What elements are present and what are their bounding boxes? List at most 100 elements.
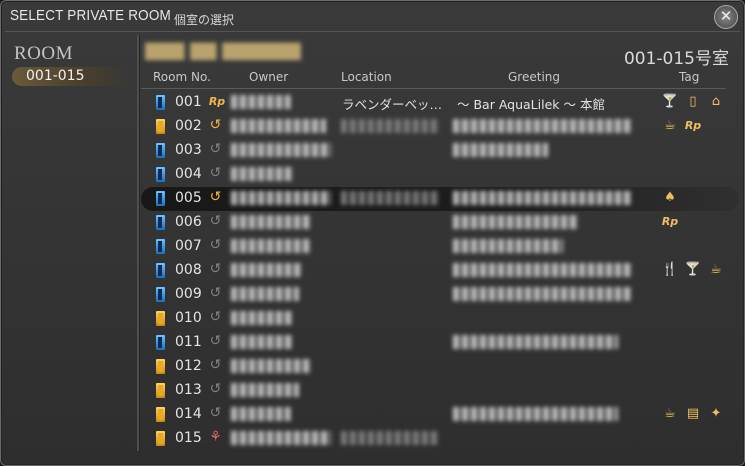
status-icon: ↺: [209, 261, 222, 277]
greeting-blurred: [453, 143, 548, 157]
table-row[interactable]: 012 ↺: [141, 355, 739, 379]
tag-list: ♠: [661, 189, 727, 207]
status-icon: ↺: [209, 309, 222, 325]
door-icon: [156, 407, 165, 422]
sidebar: ROOM 001-015: [1, 33, 136, 453]
location-blurred: [341, 191, 439, 205]
table-row[interactable]: 007 ↺: [141, 235, 739, 259]
title-divider: [5, 31, 740, 32]
tag-list: [661, 429, 727, 447]
table-row[interactable]: 013 ↺: [141, 379, 739, 403]
door-icon: [156, 191, 165, 206]
cup-icon: ☕: [664, 406, 676, 421]
door-icon: [156, 239, 165, 254]
table-row[interactable]: 008 ↺ 🍴 🍸 ☕: [141, 259, 739, 283]
col-owner[interactable]: Owner: [249, 70, 288, 84]
door-icon: [156, 143, 165, 158]
col-greeting[interactable]: Greeting: [508, 70, 560, 84]
owner-name-blurred: [231, 407, 291, 421]
tag-list: [661, 381, 727, 399]
owner-name-blurred: [231, 287, 299, 301]
table-row[interactable]: 006 ↺ Rp: [141, 211, 739, 235]
room-number: 001: [175, 94, 202, 110]
greeting-blurred: [453, 239, 563, 253]
room-number: 013: [175, 382, 202, 398]
tag-list: [661, 357, 727, 375]
close-button[interactable]: ✕: [714, 5, 738, 29]
status-icon: ↺: [209, 189, 222, 205]
status-icon: ↺: [209, 213, 222, 229]
status-icon: ↺: [209, 357, 222, 373]
drink-icon: 🍸: [684, 262, 702, 277]
table-row[interactable]: 010 ↺: [141, 307, 739, 331]
greeting-text: ～ Bar AquaLilek ～ 本館: [457, 97, 605, 112]
figure-status-icon: ⚘: [209, 429, 222, 445]
tag-list: [661, 285, 727, 303]
room-number: 011: [175, 334, 202, 350]
rp-status-icon: Rp: [208, 95, 226, 108]
table-row[interactable]: 002 ↺ ☕ Rp: [141, 115, 739, 139]
room-number: 003: [175, 142, 202, 158]
cup-icon: ☕: [664, 118, 676, 133]
tag-list: 🍴 🍸 ☕: [661, 261, 727, 279]
drink-icon: 🍸: [661, 94, 679, 109]
door-icon: [156, 167, 165, 182]
status-icon: ↺: [209, 237, 222, 253]
sidebar-divider: [137, 35, 140, 451]
owner-name-blurred: [231, 191, 331, 205]
dancer-icon: ✦: [710, 406, 722, 421]
room-number: 004: [175, 166, 202, 182]
door-icon: [156, 431, 165, 446]
table-row[interactable]: 005 ↺ ♠: [141, 187, 739, 211]
door-icon: [156, 335, 165, 350]
door-icon: [156, 215, 165, 230]
greeting-blurred: [453, 287, 631, 301]
private-room-window: SELECT PRIVATE ROOM 個室の選択 ✕ ROOM 001-015…: [0, 0, 745, 466]
tree-icon: ♠: [664, 190, 676, 205]
status-icon: ↺: [209, 333, 222, 349]
tag-list: [661, 237, 727, 255]
tag-list: Rp: [661, 213, 727, 231]
location-blurred: [341, 431, 439, 445]
blurred-header: ▇▇▇ ▇▇ ▇▇▇▇▇▇: [145, 41, 301, 61]
room-number: 015: [175, 430, 202, 446]
room-number: 005: [175, 190, 202, 206]
room-number: 006: [175, 214, 202, 230]
window-title: SELECT PRIVATE ROOM: [10, 7, 171, 24]
table-row[interactable]: 014 ↺ ☕ ▤ ✦: [141, 403, 739, 427]
table-row[interactable]: 004 ↺: [141, 163, 739, 187]
greeting-blurred: [453, 407, 618, 421]
col-tag[interactable]: Tag: [679, 70, 699, 84]
table-row[interactable]: 011 ↺: [141, 331, 739, 355]
greeting-blurred: [453, 263, 631, 277]
room-number: 010: [175, 310, 202, 326]
door-icon: [156, 263, 165, 278]
status-icon: ↺: [209, 381, 222, 397]
door-icon: [156, 95, 165, 110]
cutlery-icon: 🍴: [661, 262, 679, 277]
house-icon: ⌂: [711, 94, 721, 109]
owner-name-blurred: [231, 431, 331, 445]
status-icon: ↺: [209, 285, 222, 301]
table-row[interactable]: 015 ⚘: [141, 427, 739, 451]
rp-icon: Rp: [684, 119, 702, 132]
greeting-blurred: [453, 215, 578, 229]
room-number: 002: [175, 118, 202, 134]
room-list-panel: ▇▇▇ ▇▇ ▇▇▇▇▇▇ 001-015号室 Room No. Owner L…: [141, 33, 739, 461]
window-subtitle: 個室の選択: [174, 13, 235, 27]
table-row[interactable]: 003 ↺: [141, 139, 739, 163]
owner-name-blurred: [231, 263, 301, 277]
location-blurred: [341, 119, 439, 133]
sidebar-item-range[interactable]: 001-015: [12, 67, 128, 86]
owner-name-blurred: [231, 335, 293, 349]
col-room-no[interactable]: Room No.: [153, 70, 211, 84]
col-location[interactable]: Location: [341, 70, 392, 84]
table-row[interactable]: 001 Rp ラベンダーベッ… ～ Bar AquaLilek ～ 本館 🍸 ▯ ⌂: [141, 91, 739, 115]
door-icon: [156, 383, 165, 398]
greeting-blurred: [453, 119, 633, 133]
header-divider: [141, 88, 726, 89]
table-row[interactable]: 009 ↺: [141, 283, 739, 307]
owner-name-blurred: [231, 167, 293, 181]
owner-name-blurred: [231, 95, 291, 109]
room-range-label: 001-015号室: [623, 49, 729, 69]
